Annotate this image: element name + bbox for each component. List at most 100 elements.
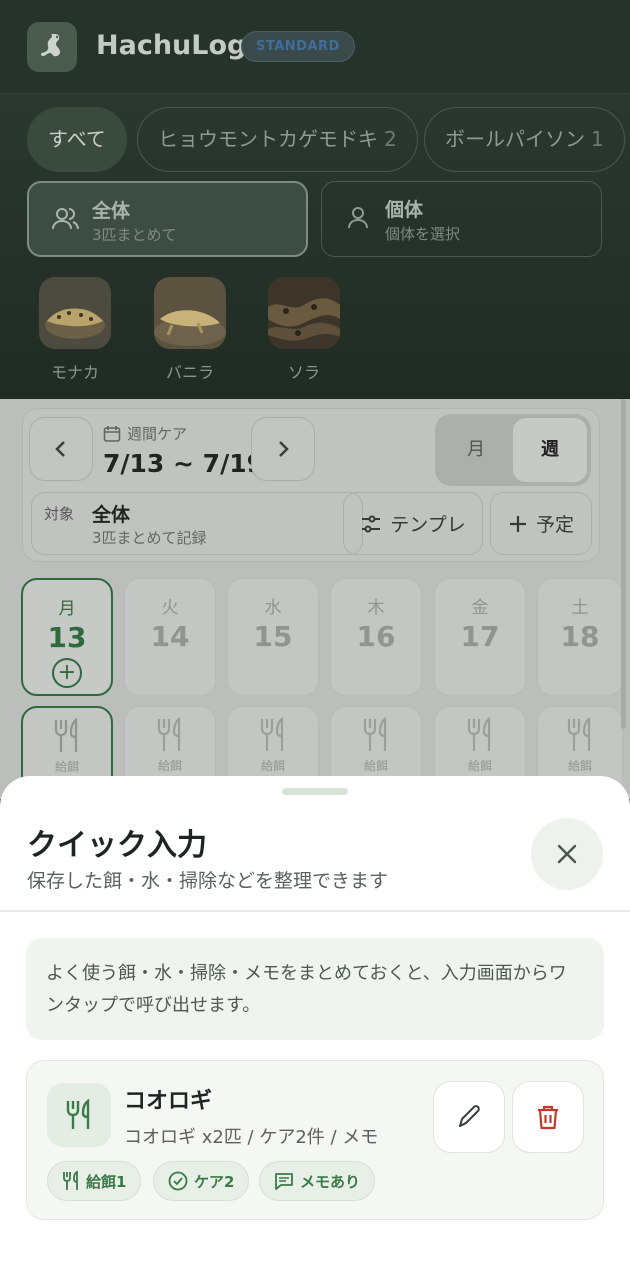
sheet-grabber[interactable] [282, 788, 348, 795]
animal-name: ソラ [287, 363, 320, 382]
day-column[interactable]: 火 14 [124, 578, 216, 696]
animal-photo [268, 277, 340, 349]
sheet-subtitle: 保存した餌・水・掃除などを整理できます [27, 870, 389, 892]
feed-cell-label: 給餌 [567, 759, 592, 773]
animal-name: バニラ [165, 363, 214, 382]
week-label-text: 週間ケア [127, 425, 188, 443]
sheet-divider [0, 910, 630, 912]
week-range: 7/13 ~ 7/19 [103, 449, 264, 478]
template-button[interactable]: テンプレ [343, 492, 483, 555]
filter-area: すべて ヒョウモントカゲモドキ 2 ボールパイソン 1 全体 3匹まとめて 個体 個… [0, 94, 630, 399]
tag-memo: メモあり [259, 1161, 376, 1201]
calendar-icon [103, 425, 121, 442]
day-weekday: 金 [471, 598, 489, 618]
scope-all-title: 全体 [92, 200, 131, 222]
template-summary: コオロギ x2匹 / ケア2件 / メモ [124, 1127, 379, 1148]
tag-feeding: 給餌1 [47, 1161, 142, 1201]
filter-chip-count: 1 [591, 127, 604, 151]
animal-item[interactable]: モナカ [39, 277, 111, 383]
schedule-button-label: 予定 [535, 514, 574, 536]
view-toggle: 月 週 [435, 414, 591, 486]
feed-cell-label: 給餌 [467, 759, 492, 773]
filter-chip-label: ボールパイソン [445, 127, 585, 151]
group-users-icon [52, 208, 79, 230]
day-column[interactable]: 月 13 + [21, 578, 113, 696]
animal-photo [154, 277, 226, 349]
check-circle-icon [168, 1171, 188, 1191]
filter-chip-label: すべて [48, 127, 106, 151]
close-icon [557, 844, 577, 864]
animal-item[interactable]: バニラ [154, 277, 226, 383]
day-weekday: 月 [58, 599, 76, 619]
scope-all-button[interactable]: 全体 3匹まとめて [27, 181, 308, 257]
scope-all-subtitle: 3匹まとめて [92, 226, 177, 244]
template-card[interactable]: コオロギ コオロギ x2匹 / ケア2件 / メモ 給餌1 ケア2 メモあり [26, 1060, 604, 1220]
day-weekday: 火 [161, 598, 179, 618]
filter-chip-label: ヒョウモントカゲモドキ [158, 127, 378, 151]
template-name: コオロギ [124, 1089, 213, 1114]
animal-photo [39, 277, 111, 349]
feed-cell-label: 給餌 [260, 759, 285, 773]
day-weekday: 土 [571, 598, 589, 618]
scrollbar[interactable] [621, 399, 626, 729]
fork-knife-icon [54, 717, 78, 752]
fork-knife-icon [467, 716, 491, 751]
view-month-option[interactable]: 月 [439, 418, 513, 482]
day-date: 15 [253, 620, 293, 653]
memo-icon [275, 1173, 293, 1190]
schedule-button[interactable]: 予定 [490, 492, 592, 555]
week-label: 週間ケア [103, 423, 187, 444]
week-card: 週間ケア 7/13 ~ 7/19 月 週 対象 全体 3匹まとめて記録 テンプレ… [22, 408, 600, 562]
delete-template-button[interactable] [512, 1081, 584, 1153]
fork-knife-icon [47, 1083, 111, 1147]
sheet-title: クイック入力 [27, 828, 207, 863]
app-title: HachuLog [96, 30, 247, 61]
quick-input-sheet: クイック入力 保存した餌・水・掃除などを整理できます よく使う餌・水・掃除・メモ… [0, 776, 630, 1280]
gecko-logo-icon [27, 22, 77, 72]
filter-chip-all[interactable]: すべて [27, 107, 127, 172]
user-icon [348, 207, 368, 229]
tag-label: ケア2 [194, 1172, 235, 1191]
edit-template-button[interactable] [433, 1081, 505, 1153]
day-column[interactable]: 土 18 [537, 578, 623, 696]
animal-name: モナカ [50, 363, 99, 382]
prev-week-button[interactable] [29, 417, 93, 481]
template-button-label: テンプレ [390, 514, 466, 536]
plan-badge: STANDARD [241, 31, 355, 62]
filter-chip-leopard-gecko[interactable]: ヒョウモントカゲモドキ 2 [137, 107, 418, 172]
target-value: 全体 [92, 504, 131, 526]
scope-individual-button[interactable]: 個体 個体を選択 [321, 181, 602, 257]
day-date: 14 [150, 620, 190, 653]
fork-knife-icon [363, 716, 387, 751]
chevron-right-icon [279, 441, 289, 457]
day-date: 13 [47, 621, 87, 654]
top-bar: HachuLog STANDARD [0, 0, 630, 94]
view-week-option[interactable]: 週 [513, 418, 587, 482]
day-column[interactable]: 金 17 [434, 578, 526, 696]
next-week-button[interactable] [251, 417, 315, 481]
filter-chip-ball-python[interactable]: ボールパイソン 1 [424, 107, 625, 172]
close-button[interactable] [531, 818, 603, 890]
pencil-icon [459, 1105, 480, 1127]
feed-cell-label: 給餌 [157, 759, 182, 773]
target-selector[interactable]: 対象 全体 3匹まとめて記録 [31, 492, 363, 555]
week-section: 週間ケア 7/13 ~ 7/19 月 週 対象 全体 3匹まとめて記録 テンプレ… [0, 399, 630, 799]
tag-care: ケア2 [153, 1161, 250, 1201]
day-column[interactable]: 水 15 [227, 578, 319, 696]
feed-cell-label: 給餌 [363, 759, 388, 773]
tag-label: メモあり [300, 1172, 361, 1191]
day-date: 18 [560, 620, 600, 653]
day-weekday: 水 [264, 598, 282, 618]
animal-item[interactable]: ソラ [268, 277, 340, 383]
fork-knife-icon [63, 1171, 78, 1190]
feed-cell-label: 給餌 [54, 760, 79, 774]
fork-knife-icon [260, 716, 284, 751]
fork-knife-icon [567, 716, 591, 751]
day-column[interactable]: 木 16 [330, 578, 422, 696]
add-record-icon[interactable]: + [52, 658, 82, 688]
trash-icon [538, 1105, 558, 1130]
target-subtitle: 3匹まとめて記録 [92, 529, 207, 547]
day-weekday: 木 [367, 598, 385, 618]
fork-knife-icon [157, 716, 181, 751]
scope-individual-subtitle: 個体を選択 [385, 225, 461, 243]
